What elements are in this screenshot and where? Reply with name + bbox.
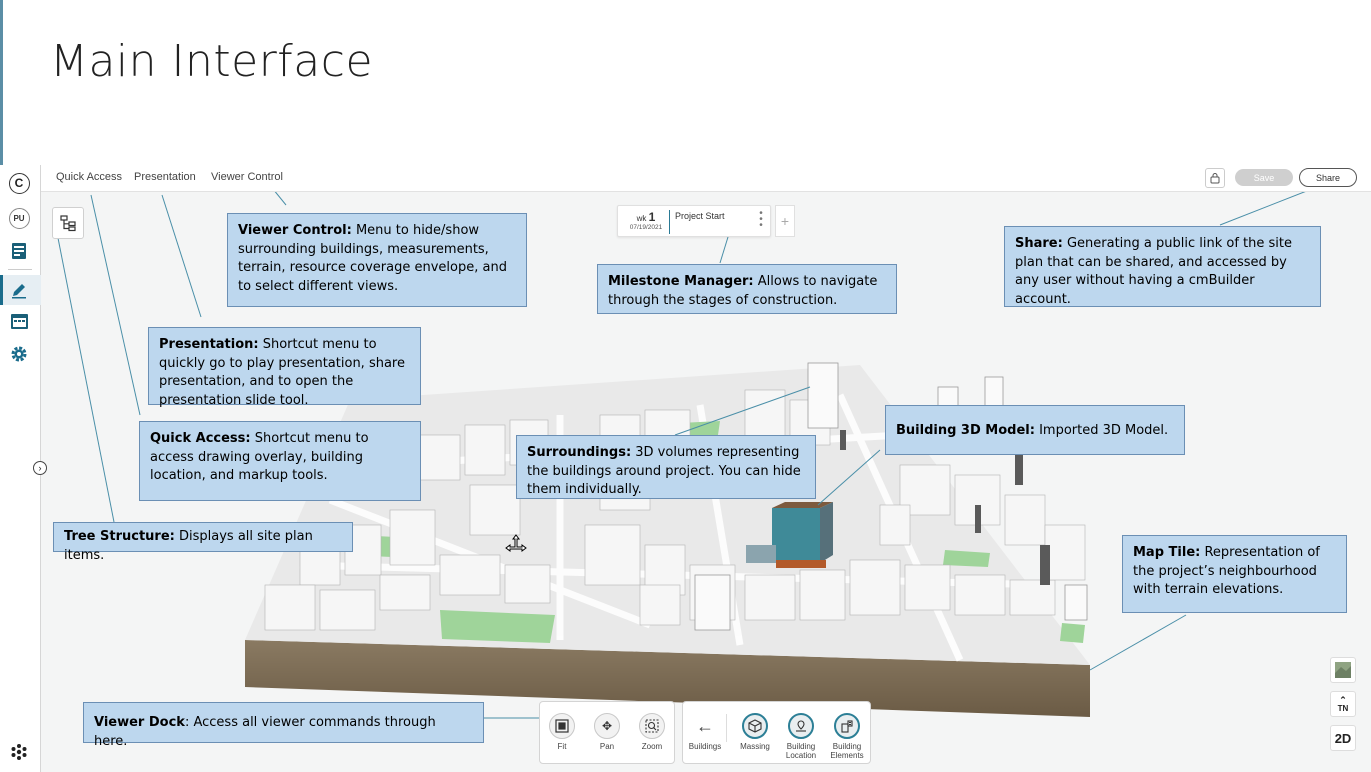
share-button[interactable]: Share: [1299, 168, 1357, 187]
slide-accent-bar: [0, 0, 3, 165]
callout-quick-access: Quick Access: Shortcut menu to access dr…: [139, 421, 421, 501]
dock-zoom[interactable]: Zoom: [630, 713, 674, 751]
milestone-date: 07/19/2021: [629, 224, 663, 231]
milestone-week-label: wk: [636, 214, 647, 223]
callout-viewer-control: Viewer Control: Menu to hide/show surrou…: [227, 213, 527, 307]
callout-milestone-manager: Milestone Manager: Allows to navigate th…: [597, 264, 897, 314]
milestone-divider: [669, 210, 670, 234]
north-arrow-icon: ⌃: [1339, 694, 1347, 705]
view-mode-toggle[interactable]: 2D: [1330, 725, 1356, 751]
dock-building-elements[interactable]: Building Elements: [825, 713, 869, 760]
back-arrow-icon: ←: [696, 716, 714, 736]
dock-massing[interactable]: Massing: [733, 713, 777, 751]
menu-viewer-control[interactable]: Viewer Control: [211, 171, 283, 183]
save-button[interactable]: Save: [1235, 169, 1293, 186]
callout-presentation: Presentation: Shortcut menu to quickly g…: [148, 327, 421, 408]
cm-logo-icon[interactable]: C: [8, 172, 30, 194]
callout-tree-structure: Tree Structure: Displays all site plan i…: [53, 522, 353, 563]
user-avatar[interactable]: PU: [8, 207, 30, 229]
pencil-icon[interactable]: [8, 279, 30, 301]
pan-icon: ✥: [594, 713, 620, 739]
milestone-card[interactable]: wk 1 07/19/2021 Project Start • • •: [617, 205, 771, 237]
rail-divider: [8, 269, 32, 270]
app-window: C PU › Quick Access Presentation Viewer …: [0, 165, 1371, 772]
callout-building-3d-model: Building 3D Model: Imported 3D Model.: [885, 405, 1185, 455]
dock-building-location[interactable]: Building Location: [779, 713, 823, 760]
massing-cube-icon: [742, 713, 768, 739]
calendar-icon[interactable]: [8, 310, 30, 332]
map-tile-toggle[interactable]: [1330, 657, 1356, 683]
true-north-button[interactable]: ⌃ TN: [1330, 691, 1356, 717]
expand-panel-button[interactable]: ›: [33, 461, 47, 475]
tree-structure-button[interactable]: [52, 207, 84, 239]
add-milestone-button[interactable]: +: [775, 205, 795, 237]
menu-presentation[interactable]: Presentation: [134, 171, 196, 183]
callout-viewer-dock: Viewer Dock: Access all viewer commands …: [83, 702, 484, 749]
viewer-dock-view: Fit ✥ Pan Zoom: [539, 701, 675, 764]
fit-icon: [549, 713, 575, 739]
building-elements-icon: [834, 713, 860, 739]
lock-icon: [1210, 173, 1220, 184]
callout-share: Share: Generating a public link of the s…: [1004, 226, 1321, 307]
dock-buildings-back[interactable]: ← Buildings: [683, 713, 727, 751]
viewer-dock-buildings: ← Buildings Massing Building Location Bui…: [682, 701, 871, 764]
zoom-icon: [639, 713, 665, 739]
building-location-icon: [788, 713, 814, 739]
callout-map-tile: Map Tile: Representation of the project’…: [1122, 535, 1347, 613]
document-icon[interactable]: [8, 240, 30, 262]
tree-icon: [60, 215, 76, 232]
dock-divider: [726, 714, 727, 742]
milestone-week-number: 1: [648, 210, 656, 224]
dock-fit[interactable]: Fit: [540, 713, 584, 751]
more-options-icon[interactable]: • • •: [758, 209, 764, 231]
lock-button[interactable]: [1205, 168, 1225, 188]
callout-surroundings: Surroundings: 3D volumes representing th…: [516, 435, 816, 499]
gear-icon[interactable]: [8, 343, 30, 365]
slide-title: Main Interface: [50, 36, 374, 87]
chevron-right-icon: ›: [38, 463, 42, 473]
dock-pan[interactable]: ✥ Pan: [585, 713, 629, 751]
milestone-name: Project Start: [675, 211, 725, 221]
apps-icon[interactable]: [8, 741, 30, 763]
viewer-menubar: Quick Access Presentation Viewer Control…: [41, 165, 1371, 192]
satellite-map-icon: [1335, 662, 1351, 678]
menu-quick-access[interactable]: Quick Access: [56, 171, 122, 183]
